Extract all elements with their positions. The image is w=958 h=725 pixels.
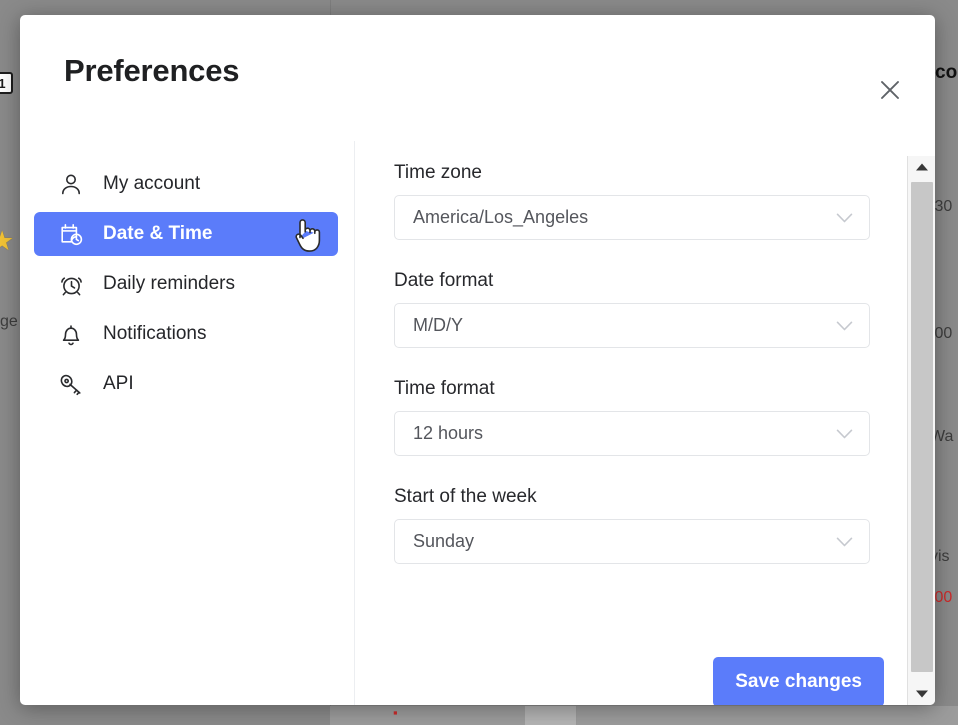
field-date-format: Date format M/D/Y	[394, 270, 935, 348]
select-value: 12 hours	[413, 423, 484, 443]
sidebar-item-date-and-time[interactable]: Date & Time	[34, 212, 338, 256]
close-button[interactable]	[875, 75, 905, 105]
key-icon	[60, 373, 86, 396]
modal-body: My account Date & Time Daily reminders N…	[20, 141, 935, 705]
field-label: Time format	[394, 378, 495, 399]
sidebar-item-notifications[interactable]: Notifications	[34, 312, 338, 356]
sidebar-item-my-account[interactable]: My account	[34, 162, 338, 206]
star-icon: ★	[0, 226, 15, 256]
start-of-week-select[interactable]: Sunday	[394, 519, 870, 564]
save-changes-button[interactable]: Save changes	[713, 657, 884, 705]
alarm-clock-icon	[60, 273, 86, 296]
vertical-scrollbar[interactable]	[907, 156, 935, 705]
time-zone-select[interactable]: America/Los_Angeles	[394, 195, 870, 240]
field-start-of-week: Start of the week Sunday	[394, 486, 935, 564]
field-label: Date format	[394, 270, 494, 291]
date-format-select[interactable]: M/D/Y	[394, 303, 870, 348]
bell-icon	[60, 323, 86, 346]
scroll-down-button[interactable]	[908, 683, 935, 705]
scroll-up-button[interactable]	[908, 156, 935, 178]
background-bottom-divider	[576, 706, 577, 725]
background-text-fragment: ge	[0, 313, 18, 330]
person-icon	[60, 173, 86, 196]
select-value: Sunday	[413, 531, 475, 551]
sidebar-item-label: Daily reminders	[103, 273, 235, 294]
field-label: Time zone	[394, 162, 482, 183]
chevron-down-icon	[836, 428, 853, 439]
background-bottom-strip	[330, 706, 958, 725]
triangle-down-icon	[916, 690, 928, 698]
chevron-down-icon	[836, 320, 853, 331]
sidebar-item-api[interactable]: API	[34, 362, 338, 406]
scrollbar-thumb[interactable]	[911, 182, 933, 672]
page-title: Preferences	[64, 53, 240, 88]
preferences-modal: Preferences My account Date & Time Daily…	[20, 15, 935, 705]
sidebar-item-label: Notifications	[103, 323, 207, 344]
date-time-settings-panel: Time zone America/Los_Angeles Date forma…	[355, 141, 935, 705]
preferences-sidebar: My account Date & Time Daily reminders N…	[20, 141, 355, 705]
background-text-fragment: co	[935, 62, 958, 83]
chevron-down-icon	[836, 536, 853, 547]
triangle-up-icon	[916, 163, 928, 171]
sidebar-item-label: My account	[103, 173, 201, 194]
field-time-format: Time format 12 hours	[394, 378, 935, 456]
close-icon	[881, 81, 899, 99]
select-value: America/Los_Angeles	[413, 207, 589, 227]
calendar-clock-icon	[60, 223, 86, 246]
select-value: M/D/Y	[413, 315, 464, 335]
mouse-cursor-pointer	[290, 214, 326, 256]
sidebar-item-label: API	[103, 373, 134, 394]
background-bottom-chip	[525, 706, 577, 725]
chevron-down-icon	[836, 212, 853, 223]
background-red-marker: ▪	[393, 705, 398, 720]
save-row: Save changes	[394, 657, 884, 705]
calendar-icon: 1	[0, 72, 13, 94]
field-label: Start of the week	[394, 486, 537, 507]
sidebar-item-daily-reminders[interactable]: Daily reminders	[34, 262, 338, 306]
time-format-select[interactable]: 12 hours	[394, 411, 870, 456]
field-time-zone: Time zone America/Los_Angeles	[394, 162, 935, 240]
sidebar-item-label: Date & Time	[103, 223, 213, 244]
